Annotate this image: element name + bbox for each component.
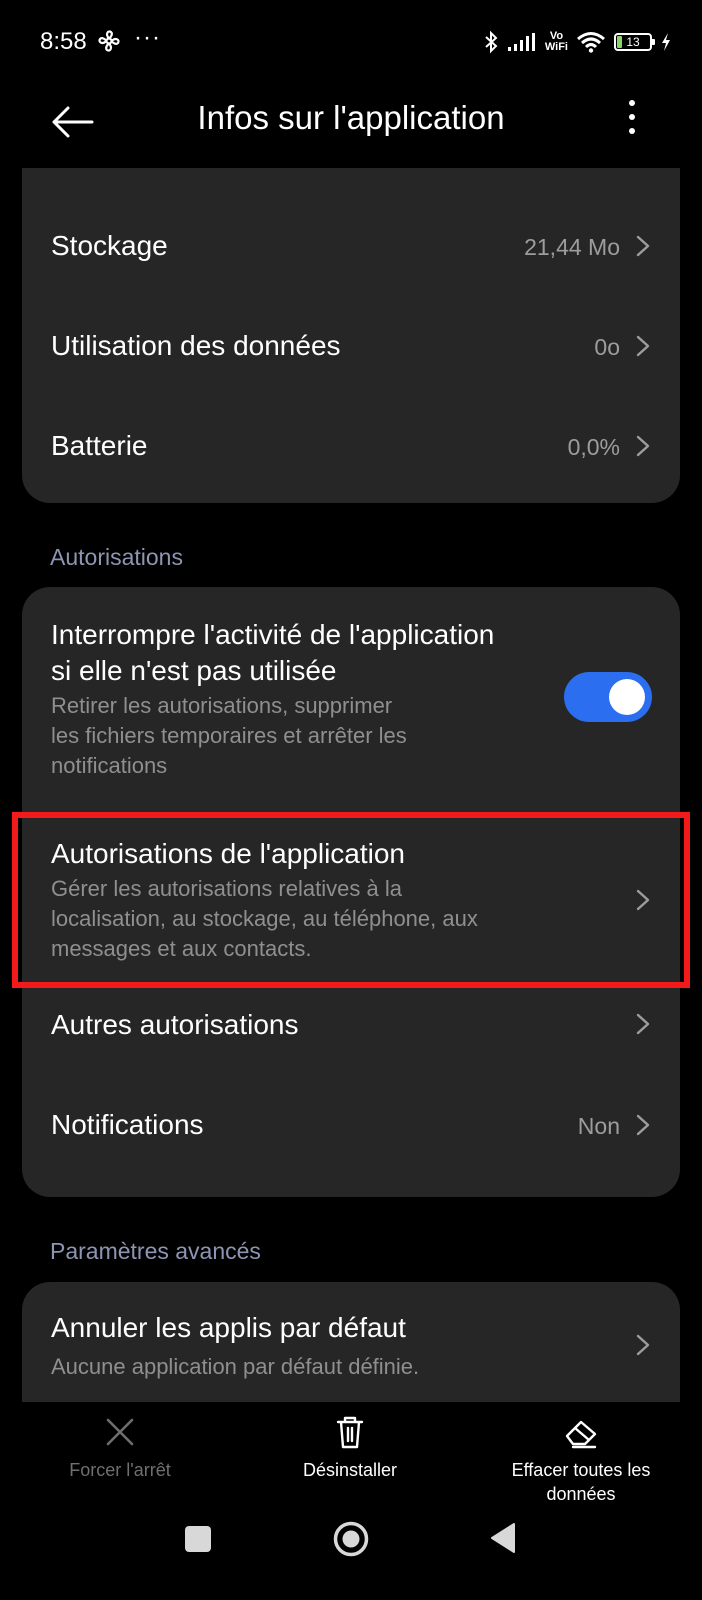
wifi-calling-label: WiFi [544, 41, 568, 53]
clear-data-label-line1: Effacer toutes les [511, 1460, 651, 1480]
status-more-dots: ··· [134, 24, 161, 51]
notifications-row[interactable]: Notifications Non [22, 1079, 680, 1175]
pause-activity-desc-line3: notifications [51, 753, 168, 778]
default-apps-description: Aucune application par défaut définie. [51, 1354, 420, 1379]
volte-wifi-indicator: Vo WiFi [545, 31, 568, 53]
clear-data-button[interactable]: Effacer toutes les données [490, 1412, 672, 1506]
storage-value: 21,44 Mo [524, 234, 620, 260]
uninstall-label: Désinstaller [302, 1460, 398, 1480]
close-icon [106, 1418, 134, 1446]
battery-icon: 13 [614, 33, 655, 51]
pause-activity-toggle[interactable] [564, 672, 652, 722]
section-title-advanced: Paramètres avancés [50, 1238, 261, 1264]
pause-activity-desc-line1: Retirer les autorisations, supprimer [51, 693, 393, 718]
storage-label: Stockage [51, 230, 168, 261]
battery-label: Batterie [51, 430, 148, 461]
navigation-bar [0, 1520, 702, 1560]
signal-icon [507, 33, 535, 51]
highlight-frame [12, 812, 690, 988]
pause-activity-description: Retirer les autorisations, supprimer les… [51, 691, 407, 781]
toggle-knob [609, 679, 645, 715]
notifications-value: Non [577, 1113, 620, 1139]
pause-activity-title-line2: si elle n'est pas utilisée [51, 655, 337, 686]
battery-level: 13 [626, 35, 640, 49]
data-usage-value: 0o [594, 334, 620, 360]
pause-activity-title-line1: Interrompre l'activité de l'application [51, 619, 495, 650]
advanced-card: Annuler les applis par défaut Aucune app… [22, 1282, 680, 1402]
default-apps-title: Annuler les applis par défaut [51, 1312, 406, 1343]
home-button[interactable] [332, 1520, 370, 1558]
trash-icon [336, 1416, 364, 1449]
chevron-right-icon [636, 1013, 650, 1035]
chevron-right-icon [636, 1114, 650, 1136]
section-title-permissions: Autorisations [50, 544, 183, 570]
chevron-right-icon [636, 335, 650, 357]
pause-activity-title: Interrompre l'activité de l'application … [51, 617, 494, 689]
other-permissions-row[interactable]: Autres autorisations [22, 979, 680, 1075]
status-indicators: Vo WiFi 13 [483, 28, 672, 56]
data-usage-row[interactable]: Utilisation des données 0o [22, 300, 680, 392]
force-stop-button[interactable]: Forcer l'arrêt [50, 1412, 190, 1482]
usage-card: Stockage 21,44 Mo Utilisation des donnée… [22, 168, 680, 503]
other-permissions-label: Autres autorisations [51, 1009, 299, 1040]
chevron-right-icon [636, 1334, 650, 1356]
page-title: Infos sur l'application [197, 99, 505, 136]
battery-row[interactable]: Batterie 0,0% [22, 400, 680, 492]
wifi-icon [577, 32, 605, 53]
storage-row[interactable]: Stockage 21,44 Mo [22, 200, 680, 292]
more-vert-icon[interactable] [624, 100, 640, 140]
bottom-action-bar: Forcer l'arrêt Désinstaller Effacer tout… [0, 1402, 702, 1600]
status-time: 8:58 [40, 28, 87, 55]
pause-activity-desc-line2: les fichiers temporaires et arrêter les [51, 723, 407, 748]
notifications-label: Notifications [51, 1109, 204, 1140]
data-usage-label: Utilisation des données [51, 330, 341, 361]
battery-value: 0,0% [567, 434, 620, 460]
chevron-right-icon [636, 435, 650, 457]
recents-button[interactable] [185, 1526, 211, 1552]
back-nav-button[interactable] [488, 1522, 516, 1554]
clear-data-label-line2: données [546, 1484, 616, 1504]
status-bar: 8:58 ··· Vo WiFi 13 [0, 0, 702, 84]
default-apps-row[interactable]: Annuler les applis par défaut Aucune app… [22, 1282, 680, 1402]
pause-activity-row[interactable]: Interrompre l'activité de l'application … [22, 587, 680, 795]
chevron-right-icon [636, 235, 650, 257]
force-stop-label: Forcer l'arrêt [69, 1460, 171, 1480]
uninstall-button[interactable]: Désinstaller [280, 1412, 420, 1482]
eraser-icon [565, 1420, 597, 1449]
app-bar: Infos sur l'application [0, 84, 702, 174]
bluetooth-icon [485, 30, 498, 54]
charging-icon [662, 33, 670, 51]
fan-icon [98, 30, 120, 52]
